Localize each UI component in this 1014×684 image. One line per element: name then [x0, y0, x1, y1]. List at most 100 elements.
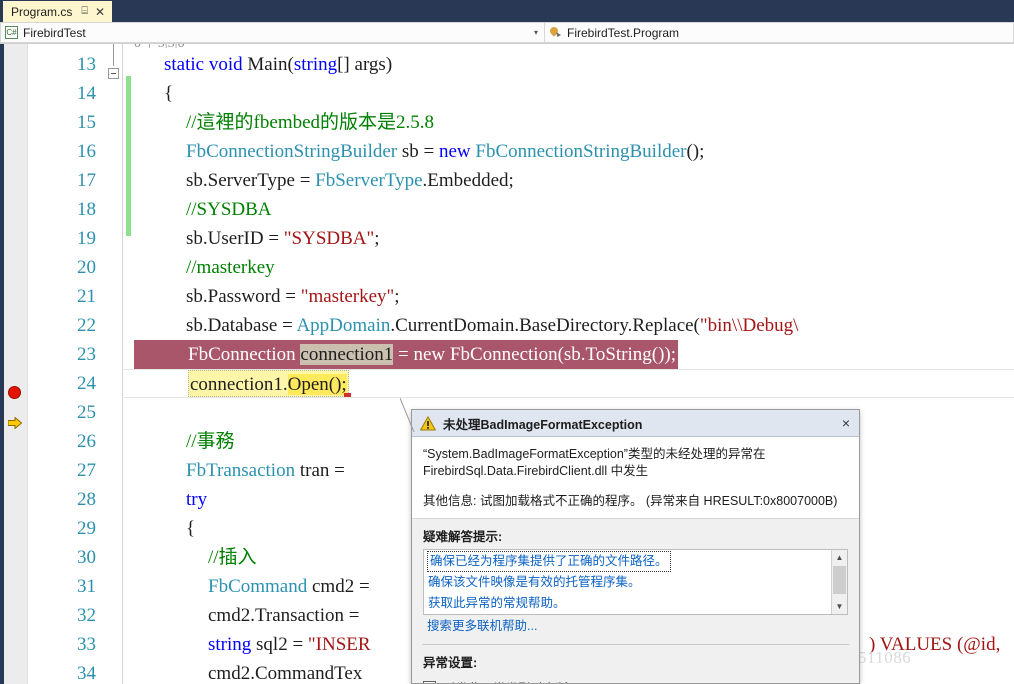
- code-line[interactable]: try: [186, 485, 207, 514]
- code-line[interactable]: string sql2 = "INSER: [208, 630, 371, 659]
- editor-left-edge: [0, 44, 4, 684]
- member-dropdown[interactable]: FirebirdTest.Program: [545, 22, 1014, 43]
- code-line[interactable]: static void Main(string[] args): [164, 50, 392, 79]
- line-number: 16: [77, 141, 96, 162]
- tip-link-0[interactable]: 确保已经为程序集提供了正确的文件路径。: [427, 551, 671, 572]
- outlining-column[interactable]: [104, 44, 122, 684]
- scroll-down-icon[interactable]: ▼: [832, 599, 847, 614]
- class-dropdown-label: FirebirdTest: [23, 25, 86, 40]
- scrollbar-thumb[interactable]: [833, 566, 846, 594]
- troubleshooting-tips-list[interactable]: 确保已经为程序集提供了正确的文件路径。 确保该文件映像是有效的托管程序集。 获取…: [423, 549, 848, 615]
- line-number: 26: [77, 431, 96, 452]
- exception-dialog[interactable]: 未处理BadImageFormatException × “System.Bad…: [411, 409, 860, 684]
- code-token: "masterkey": [300, 286, 395, 307]
- troubleshooting-title: 疑难解答提示:: [423, 530, 503, 544]
- code-token: [] args): [337, 54, 393, 75]
- code-token: //這裡的fbembed的版本是2.5.8: [186, 112, 435, 133]
- code-token: ;: [394, 286, 400, 307]
- collapse-toggle-icon[interactable]: [108, 68, 119, 79]
- line-number: 33: [77, 634, 96, 655]
- code-token: string: [208, 634, 252, 655]
- code-line[interactable]: //masterkey: [186, 253, 275, 282]
- code-line[interactable]: //插入: [208, 543, 257, 572]
- code-line-fragment: ) VALUES (@id,: [869, 634, 1001, 655]
- outlining-vertical-line: [113, 44, 114, 66]
- code-token: try: [186, 489, 208, 510]
- code-token: new: [438, 141, 476, 162]
- line-number: 15: [77, 112, 96, 133]
- code-token: sb.ServerType =: [186, 170, 316, 191]
- navigation-bar: C# FirebirdTest ▾ FirebirdTest.Program: [0, 22, 1014, 44]
- exception-dialog-title: 未处理BadImageFormatException: [443, 414, 839, 433]
- code-line[interactable]: sb.Password = "masterkey";: [186, 282, 400, 311]
- close-icon[interactable]: ×: [839, 416, 853, 430]
- tab-program-cs[interactable]: Program.cs ⌸ ✕: [3, 1, 113, 22]
- tip-link-2[interactable]: 获取此异常的常规帮助。: [424, 593, 827, 614]
- code-token: //masterkey: [186, 257, 275, 278]
- code-token: tran =: [295, 460, 350, 481]
- pin-icon[interactable]: ⌸: [81, 6, 88, 17]
- scroll-up-icon[interactable]: ▲: [832, 550, 847, 565]
- line-number: 18: [77, 199, 96, 220]
- code-line[interactable]: {: [186, 514, 195, 543]
- code-token: string: [293, 54, 338, 75]
- exception-dialog-titlebar: 未处理BadImageFormatException ×: [412, 410, 859, 437]
- exception-title-prefix: 未处理: [443, 417, 481, 432]
- code-token: .CurrentDomain.BaseDirectory.Replace(: [390, 315, 700, 336]
- breakpoint-line-suffix: = new FbConnection(sb.ToString());: [393, 344, 677, 365]
- editor-separator: [122, 44, 123, 684]
- breakpoint-line-prefix: FbConnection: [188, 344, 301, 365]
- line-number-column: 13 14 15 16 17 18 19 20 21 22 23 24 25 26 27 28 29 30 31 32…: [29, 44, 96, 684]
- exception-message-line1: “System.BadImageFormatException”类型的未经处理的…: [423, 447, 766, 461]
- code-line[interactable]: FbCommand cmd2 =: [208, 572, 374, 601]
- code-token: //SYSDBA: [186, 199, 272, 220]
- tips-scrollbar[interactable]: ▲ ▼: [831, 550, 847, 614]
- code-line[interactable]: //事務: [186, 427, 235, 456]
- close-icon[interactable]: ✕: [95, 6, 105, 18]
- code-token: .Embedded;: [422, 170, 514, 191]
- selected-identifier[interactable]: connection1: [300, 344, 394, 365]
- current-statement-line[interactable]: connection1.Open();: [188, 370, 349, 397]
- line-number: 30: [77, 547, 96, 568]
- code-token: "SYSDBA": [283, 228, 375, 249]
- code-line[interactable]: cmd2.Transaction =: [208, 601, 364, 630]
- code-token: sb.Database =: [186, 315, 297, 336]
- code-line[interactable]: sb.UserID = "SYSDBA";: [186, 224, 380, 253]
- code-line[interactable]: cmd2.CommandTex: [208, 659, 362, 684]
- class-dropdown[interactable]: C# FirebirdTest ▾: [0, 22, 545, 43]
- line-number: 27: [77, 460, 96, 481]
- exception-settings-section: 异常设置: 引发此异常类型时中断: [412, 645, 859, 683]
- code-line[interactable]: //這裡的fbembed的版本是2.5.8: [186, 108, 434, 137]
- indicator-margin[interactable]: [0, 44, 28, 684]
- line-number: 20: [77, 257, 96, 278]
- code-token: cmd2.CommandTex: [208, 663, 363, 684]
- chevron-down-icon[interactable]: ▾: [534, 28, 538, 37]
- breakpoint-icon[interactable]: [8, 386, 21, 399]
- error-marker-icon[interactable]: [344, 393, 351, 397]
- tab-label: Program.cs: [11, 4, 73, 19]
- code-line[interactable]: {: [164, 79, 173, 108]
- exception-settings-title: 异常设置:: [423, 656, 478, 670]
- code-token: Main(: [247, 54, 294, 75]
- code-line[interactable]: FbTransaction tran =: [186, 456, 350, 485]
- break-on-exception-checkbox[interactable]: 引发此异常类型时中断: [423, 678, 848, 683]
- code-token: FbServerType: [315, 170, 423, 191]
- code-line[interactable]: FbConnectionStringBuilder sb = new FbCon…: [186, 137, 704, 166]
- line-number: 28: [77, 489, 96, 510]
- exception-extra-info: 其他信息: 试图加载格式不正确的程序。 (异常来自 HRESULT:0x8007…: [423, 494, 838, 508]
- tip-link-1[interactable]: 确保该文件映像是有效的托管程序集。: [424, 572, 827, 593]
- exception-title-name: BadImageFormatException: [480, 417, 643, 432]
- line-number: 25: [77, 402, 96, 423]
- code-line[interactable]: //SYSDBA: [186, 195, 272, 224]
- current-line-highlight: Open();: [287, 374, 347, 395]
- exception-message: “System.BadImageFormatException”类型的未经处理的…: [423, 446, 848, 480]
- code-token: sb.Password =: [186, 286, 301, 307]
- line-number: 21: [77, 286, 96, 307]
- exception-dialog-body: “System.BadImageFormatException”类型的未经处理的…: [412, 437, 859, 518]
- code-line[interactable]: sb.Database = AppDomain.CurrentDomain.Ba…: [186, 311, 798, 340]
- code-line[interactable]: sb.ServerType = FbServerType.Embedded;: [186, 166, 514, 195]
- breakpoint-highlighted-line[interactable]: FbConnection connection1 = new FbConnect…: [134, 340, 679, 369]
- code-token: sql2 =: [251, 634, 308, 655]
- code-token: AppDomain: [296, 315, 391, 336]
- code-token: sb =: [397, 141, 439, 162]
